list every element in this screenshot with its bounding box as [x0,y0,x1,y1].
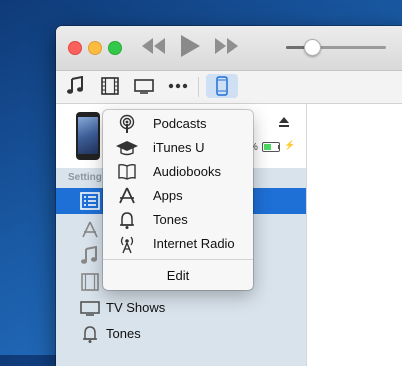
summary-icon [80,192,100,210]
iphone-icon [216,76,228,96]
content-pane [306,104,402,366]
app-store-icon [119,187,135,204]
menu-item-label: iTunes U [153,140,205,155]
iphone-thumbnail [76,112,100,160]
toolbar-divider [198,77,199,97]
menu-item-label: Audiobooks [153,164,221,179]
menu-item-edit[interactable]: Edit [103,263,253,287]
menu-item-tones[interactable]: Tones [103,208,253,232]
more-media-menu: Podcasts iTunes U Audiobooks Apps Tones [103,110,253,290]
music-note-icon[interactable] [66,76,86,96]
tv-icon[interactable] [134,76,154,96]
apps-icon [82,221,98,238]
rewind-icon[interactable] [140,35,166,57]
menu-item-label: Tones [153,212,188,227]
volume-knob[interactable] [304,39,321,56]
zoom-button[interactable] [108,41,122,55]
menu-item-label: Internet Radio [153,236,235,251]
tv-icon [80,301,100,316]
menu-item-audiobooks[interactable]: Audiobooks [103,160,253,184]
play-icon[interactable] [178,33,202,59]
radio-antenna-icon [120,236,134,254]
menu-item-itunes-u[interactable]: iTunes U [103,136,253,160]
minimize-button[interactable] [88,41,102,55]
title-bar [56,26,402,71]
more-icon[interactable] [168,76,188,96]
bell-icon [120,212,134,229]
sidebar-section-header: Setting [68,172,102,183]
sidebar-item-label: TV Shows [106,300,166,315]
media-toolbar [56,71,402,104]
eject-icon[interactable] [278,116,290,128]
book-icon [118,163,136,180]
podcast-icon [119,114,135,133]
menu-separator [103,259,253,260]
charging-icon: ⚡ [284,140,296,150]
film-icon[interactable] [100,76,120,96]
fast-forward-icon[interactable] [214,35,240,57]
menu-item-label: Podcasts [153,116,207,131]
sidebar-item-label: Tones [106,326,141,341]
music-icon [81,246,97,264]
graduation-cap-icon [116,141,138,156]
bell-icon [83,326,97,343]
movies-icon [81,273,99,291]
device-button[interactable] [206,74,238,98]
menu-item-podcasts[interactable]: Podcasts [103,112,253,136]
close-button[interactable] [68,41,82,55]
edit-label: Edit [166,268,190,283]
menu-item-apps[interactable]: Apps [103,184,253,208]
volume-slider[interactable] [286,39,386,56]
menu-item-internet-radio[interactable]: Internet Radio [103,232,253,256]
menu-item-label: Apps [153,188,183,203]
